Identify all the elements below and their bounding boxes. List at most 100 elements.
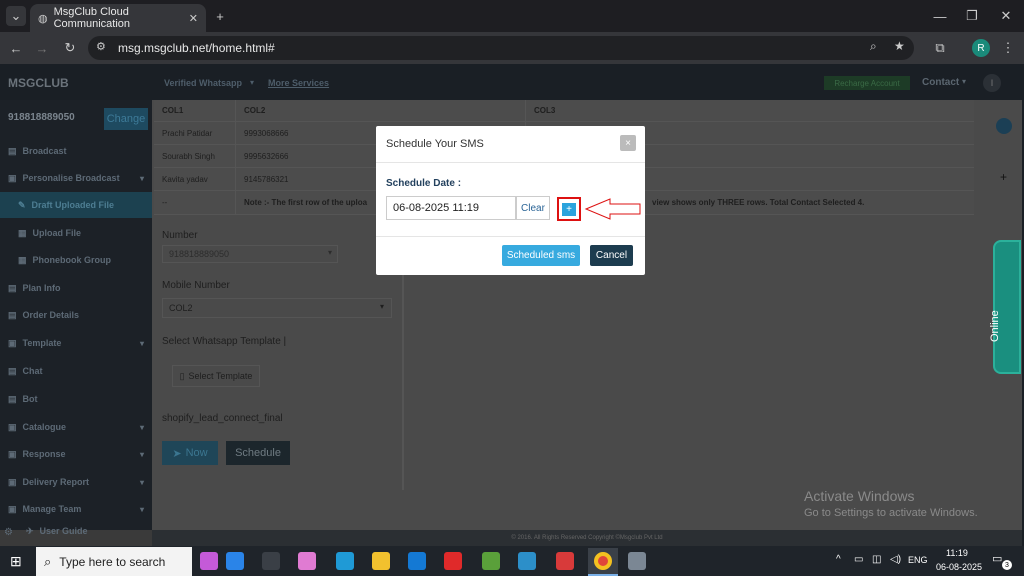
nav-verified-whatsapp[interactable]: Verified Whatsapp <box>164 78 242 88</box>
upload-icon: ▦ <box>18 227 27 238</box>
tab-title: MsgClub Cloud Communication <box>53 6 131 30</box>
sidebar-item-order-details[interactable]: ▤ Order Details <box>0 302 152 328</box>
wps-icon[interactable] <box>444 552 462 570</box>
volume-icon[interactable]: ◁) <box>890 554 901 565</box>
number-select[interactable]: 918818889050 <box>162 245 338 263</box>
url-field[interactable]: ⚙ msg.msgclub.net/home.html# ⌕ ★ <box>88 36 914 60</box>
sidebar-item-user-guide[interactable]: ✈ User Guide <box>0 522 152 540</box>
browser-menu-icon[interactable]: ⋮ <box>998 38 1018 58</box>
clear-button[interactable]: Clear <box>516 196 550 220</box>
now-button[interactable]: ➤ Now <box>162 441 218 465</box>
table-header-col3: COL3 <box>526 100 974 122</box>
windows-start-icon[interactable]: ⊞ <box>10 553 22 570</box>
chat-widget-icon[interactable] <box>996 118 1012 134</box>
task-view-icon[interactable] <box>262 552 280 570</box>
sidebar-phone: 918818889050 <box>8 112 75 123</box>
sidebar-item-manage-team[interactable]: ▣ Manage Team ▾ <box>0 496 152 522</box>
paint-icon[interactable] <box>628 552 646 570</box>
recharge-account-button[interactable]: Recharge Account <box>824 76 910 90</box>
nav-more-services[interactable]: More Services <box>268 78 329 88</box>
sidebar-item-chat[interactable]: ▤ Chat <box>0 358 152 384</box>
chevron-down-icon: ▾ <box>139 173 144 183</box>
online-status-tab[interactable]: Online <box>989 240 1021 374</box>
mobile-number-select[interactable]: COL2 <box>162 298 392 318</box>
page-footer: © 2016. All Rights Reserved Copyright ©M… <box>152 530 1022 546</box>
pen-icon[interactable] <box>226 552 244 570</box>
response-icon: ▣ <box>8 448 17 459</box>
new-tab-icon[interactable]: + <box>210 6 230 26</box>
anydesk-icon[interactable] <box>556 552 574 570</box>
minimize-icon[interactable]: — <box>930 6 950 26</box>
sidebar-item-plan-info[interactable]: ▤ Plan Info <box>0 275 152 301</box>
close-tab-icon[interactable]: ✕ <box>189 12 198 25</box>
network-icon[interactable]: ◫ <box>872 554 881 565</box>
clock-date[interactable]: 06-08-2025 <box>936 562 982 572</box>
red-arrow-annotation <box>584 198 641 220</box>
table-header-col2: COL2 <box>236 100 526 122</box>
profile-avatar[interactable]: R <box>972 39 990 57</box>
forward-icon[interactable]: → <box>32 38 52 58</box>
clock-time[interactable]: 11:19 <box>946 548 968 558</box>
reload-icon[interactable]: ↻ <box>60 38 80 58</box>
language-indicator[interactable]: ENG <box>908 555 928 565</box>
spreadsheet-icon[interactable] <box>482 552 500 570</box>
chevron-down-icon: ▾ <box>380 302 385 311</box>
select-template-button[interactable]: ▯ Select Template <box>172 365 260 387</box>
browser-tab[interactable]: ◍ MsgClub Cloud Communication ✕ <box>30 4 206 32</box>
chevron-down-icon: ▾ <box>139 338 144 348</box>
zoom-icon[interactable]: ⌕ <box>870 39 877 54</box>
url-text: msg.msgclub.net/home.html# <box>118 41 275 55</box>
chevron-down-icon: ▾ <box>328 248 333 257</box>
close-window-icon[interactable]: ✕ <box>996 6 1016 26</box>
battery-icon[interactable]: ▭ <box>854 554 863 565</box>
restore-icon[interactable]: ❐ <box>962 6 982 26</box>
edge-icon[interactable] <box>336 552 354 570</box>
sidebar-item-upload-file[interactable]: ▦ Upload File <box>0 220 152 246</box>
app-icon[interactable] <box>518 552 536 570</box>
sidebar-item-response[interactable]: ▣ Response ▾ <box>0 441 152 467</box>
cancel-button[interactable]: Cancel <box>590 245 633 266</box>
sidebar-item-catalogue[interactable]: ▣ Catalogue ▾ <box>0 414 152 440</box>
change-button[interactable]: Change <box>104 108 148 130</box>
extensions-icon[interactable]: ⧉ <box>930 38 950 58</box>
contact-menu[interactable]: Contact <box>922 77 959 88</box>
bookmark-star-icon[interactable]: ★ <box>894 39 905 53</box>
app-logo[interactable]: MSGCLUB <box>8 76 69 90</box>
settings-gear-icon[interactable]: ⚙ <box>4 527 13 538</box>
activate-windows-subtitle: Go to Settings to activate Windows. <box>804 507 978 519</box>
sidebar-item-draft-uploaded-file[interactable]: ✎ Draft Uploaded File <box>0 192 152 218</box>
add-icon[interactable]: + <box>1000 170 1007 184</box>
sidebar-item-template[interactable]: ▣ Template ▾ <box>0 330 152 356</box>
table-note-dash: -- <box>154 191 236 215</box>
scheduled-sms-button[interactable]: Scheduled sms <box>502 245 580 266</box>
site-info-icon[interactable]: ⚙ <box>96 40 106 53</box>
template-name: shopify_lead_connect_final <box>162 413 283 424</box>
tab-list-icon[interactable]: ⌄ <box>6 6 26 26</box>
number-label: Number <box>162 230 198 241</box>
sidebar-item-delivery-report[interactable]: ▣ Delivery Report ▾ <box>0 469 152 495</box>
schedule-button[interactable]: Schedule <box>226 441 290 465</box>
copilot-app-icon[interactable] <box>298 552 316 570</box>
back-icon[interactable]: ← <box>6 38 26 58</box>
modal-title: Schedule Your SMS <box>386 138 484 150</box>
schedule-date-input[interactable]: 06-08-2025 11:19 <box>386 196 516 220</box>
sidebar-item-phonebook-group[interactable]: ▦ Phonebook Group <box>0 247 152 273</box>
sidebar-item-broadcast[interactable]: ▤ Broadcast <box>0 138 152 164</box>
user-avatar[interactable]: I <box>983 74 1001 92</box>
table-cell: Sourabh Singh <box>154 145 236 168</box>
highlight-box: + <box>557 197 581 221</box>
divider <box>376 162 645 163</box>
sidebar-item-personalise-broadcast[interactable]: ▣ Personalise Broadcast ▾ <box>0 165 152 191</box>
broadcast-icon: ▤ <box>8 145 17 156</box>
taskbar-search[interactable]: ⌕ Type here to search <box>36 547 192 576</box>
sidebar-item-bot[interactable]: ▤ Bot <box>0 386 152 412</box>
chrome-taskbar-button[interactable] <box>588 548 618 576</box>
draft-icon: ✎ <box>18 199 26 210</box>
outlook-icon[interactable] <box>408 552 426 570</box>
notification-icon[interactable]: ▭ <box>992 552 1002 565</box>
chevron-up-icon[interactable]: ^ <box>836 554 841 565</box>
file-explorer-icon[interactable] <box>372 552 390 570</box>
close-icon[interactable]: × <box>620 135 636 151</box>
copilot-icon[interactable] <box>200 552 218 570</box>
datepicker-plus-button[interactable]: + <box>562 202 576 216</box>
